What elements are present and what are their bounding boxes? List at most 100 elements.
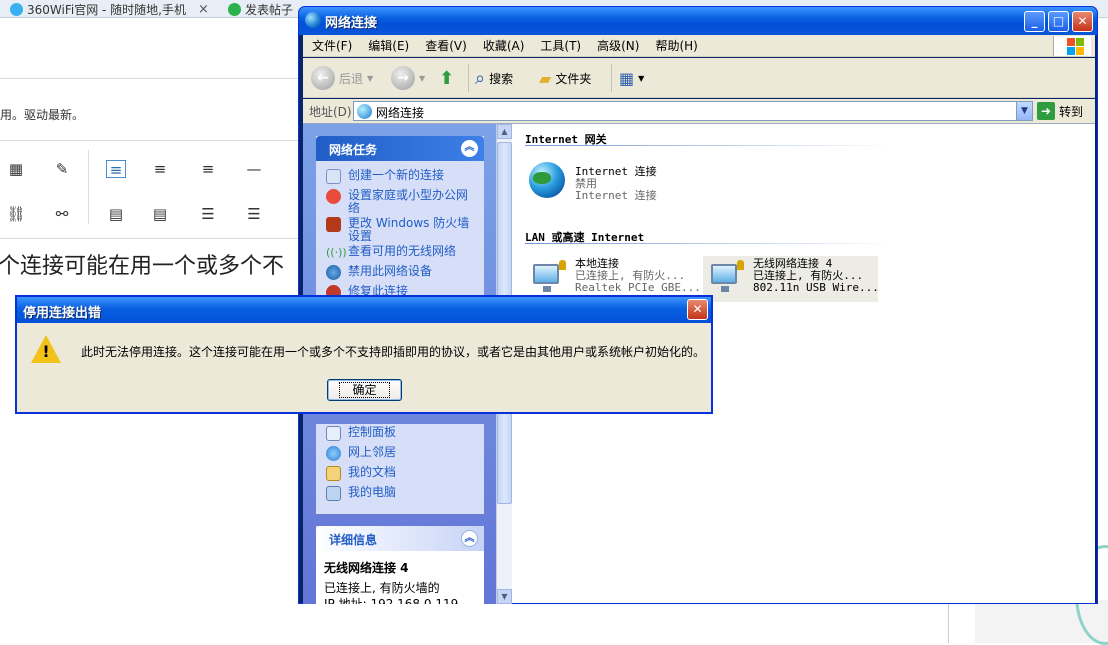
details-panel: 详细信息 ︽ 无线网络连接 4 已连接上, 有防火墙的 IP 地址: 192.1… (316, 526, 484, 604)
place-label: 网上邻居 (348, 445, 397, 459)
ok-button[interactable]: 确定 (327, 379, 402, 401)
task-label: 更改 Windows 防火墙设置 (348, 216, 470, 243)
panel-header[interactable]: 网络任务 ︽ (316, 136, 484, 161)
editor-text[interactable]: 个连接可能在用一个或多个不 (0, 248, 284, 280)
forward-button[interactable]: → ▼ (391, 65, 425, 91)
connection-wireless[interactable]: 无线网络连接 4 已连接上, 有防火... 802.11n USB Wire..… (703, 256, 879, 302)
control-panel-icon (326, 426, 341, 441)
menu-advanced[interactable]: 高级(N) (589, 35, 647, 57)
back-arrow-icon: ← (311, 66, 335, 90)
task-home-network[interactable]: 设置家庭或小型办公网络 (324, 189, 476, 215)
align-right-icon[interactable]: ≡ (198, 160, 218, 178)
views-button[interactable]: ▦ ▼ (619, 65, 644, 91)
place-network[interactable]: 网上邻居 (324, 446, 476, 464)
divider (0, 238, 300, 239)
internet-gateway-icon (529, 162, 565, 198)
menu-tools[interactable]: 工具(T) (532, 35, 589, 57)
search-button[interactable]: ⌕ 搜索 (475, 65, 513, 91)
ordered-list-icon[interactable]: ☰ (198, 205, 218, 223)
folders-button[interactable]: ▰ 文件夹 (539, 65, 591, 91)
wireless-connection-icon (707, 260, 744, 296)
back-label: 后退 (339, 71, 364, 86)
detail-status: 已连接上, 有防火墙的 (324, 581, 440, 595)
table-icon[interactable]: ▦ (6, 160, 26, 178)
place-documents[interactable]: 我的文档 (324, 466, 476, 484)
address-bar: 地址(D) 网络连接 ▼ ➜ 转到 (303, 99, 1095, 123)
go-button[interactable]: ➜ 转到 (1037, 100, 1083, 122)
outdent-icon[interactable]: ▤ (150, 205, 170, 223)
divider (0, 140, 300, 141)
address-input[interactable]: 网络连接 ▼ (353, 101, 1033, 121)
menu-favorites[interactable]: 收藏(A) (475, 35, 533, 57)
scroll-down-icon[interactable]: ▼ (497, 589, 512, 604)
place-computer[interactable]: 我的电脑 (324, 486, 476, 504)
bullet-list-icon[interactable]: ☰ (244, 205, 264, 223)
collapse-icon[interactable]: ︽ (461, 530, 478, 547)
place-label: 我的文档 (348, 465, 397, 479)
horizontal-rule-icon[interactable]: — (244, 160, 264, 178)
divider (468, 64, 469, 92)
firewall-icon (326, 217, 341, 232)
up-folder-button[interactable]: ⬆ (439, 65, 454, 91)
panel-header[interactable]: 详细信息 ︽ (316, 526, 484, 551)
chevron-down-icon[interactable]: ▼ (1016, 102, 1032, 120)
task-firewall[interactable]: 更改 Windows 防火墙设置 (324, 217, 476, 243)
scroll-up-icon[interactable]: ▲ (497, 124, 512, 139)
back-button[interactable]: ← 后退 ▼ (311, 65, 373, 91)
360-icon (228, 2, 241, 16)
close-icon[interactable]: × (198, 2, 209, 17)
window-title-bar[interactable]: 网络连接 _ □ ✕ (299, 7, 1097, 35)
network-tasks-panel: 网络任务 ︽ 创建一个新的连接 设置家庭或小型办公网络 更改 Windows 防… (316, 136, 484, 300)
address-value: 网络连接 (376, 106, 425, 120)
task-wireless[interactable]: ((·)) 查看可用的无线网络 (324, 245, 476, 263)
my-documents-icon (326, 466, 341, 481)
network-icon (357, 104, 372, 119)
browser-tab[interactable]: 360WiFi官网 - 随时随地,手机 × (6, 0, 213, 18)
maximize-button[interactable]: □ (1048, 11, 1069, 32)
indent-icon[interactable]: ▤ (106, 205, 126, 223)
dialog-close-button[interactable]: ✕ (687, 299, 708, 320)
divider (88, 150, 89, 224)
menu-help[interactable]: 帮助(H) (647, 35, 705, 57)
align-center-icon[interactable]: ≡ (150, 160, 170, 178)
close-button[interactable]: ✕ (1072, 11, 1093, 32)
task-label: 创建一个新的连接 (348, 168, 445, 182)
wifi-icon (10, 2, 23, 16)
detail-name: 无线网络连接 4 (324, 561, 409, 575)
menu-view[interactable]: 查看(V) (417, 35, 475, 57)
disable-device-icon (326, 265, 341, 280)
divider (948, 600, 949, 643)
folder-icon: ▰ (539, 68, 552, 88)
dialog-title: 停用连接出错 (23, 306, 102, 321)
network-icon (305, 12, 321, 28)
up-folder-icon: ⬆ (439, 67, 455, 89)
place-label: 我的电脑 (348, 485, 397, 499)
go-label: 转到 (1059, 104, 1084, 119)
dialog-title-bar[interactable]: 停用连接出错 ✕ (17, 297, 711, 323)
divider (525, 243, 895, 244)
unlink-icon[interactable]: ⚯ (52, 205, 72, 223)
window-title: 网络连接 (325, 16, 378, 31)
align-left-icon[interactable]: ≡ (106, 160, 126, 179)
lan-connection-icon (529, 260, 566, 296)
folders-label: 文件夹 (555, 71, 592, 86)
collapse-icon[interactable]: ︽ (461, 140, 478, 157)
connection-internet-gateway[interactable]: Internet 连接 禁用 Internet 连接 (525, 158, 700, 204)
lock-icon (559, 260, 566, 270)
network-places-icon (326, 446, 341, 461)
place-control-panel[interactable]: 控制面板 (324, 426, 476, 444)
search-icon: ⌕ (475, 67, 486, 89)
task-label: 设置家庭或小型办公网络 (348, 188, 469, 215)
divider (611, 64, 612, 92)
task-disable-device[interactable]: 禁用此网络设备 (324, 265, 476, 283)
browser-tab[interactable]: 发表帖子 (224, 0, 297, 18)
new-connection-icon (326, 169, 341, 184)
task-create-connection[interactable]: 创建一个新的连接 (324, 169, 476, 187)
chevron-down-icon: ▼ (367, 73, 374, 83)
link-icon[interactable]: ⛓ (6, 205, 26, 223)
menu-file[interactable]: 文件(F) (303, 35, 360, 57)
minimize-button[interactable]: _ (1024, 11, 1045, 32)
format-brush-icon[interactable]: ✎ (52, 160, 72, 178)
menu-edit[interactable]: 编辑(E) (360, 35, 417, 57)
place-label: 控制面板 (348, 425, 397, 439)
